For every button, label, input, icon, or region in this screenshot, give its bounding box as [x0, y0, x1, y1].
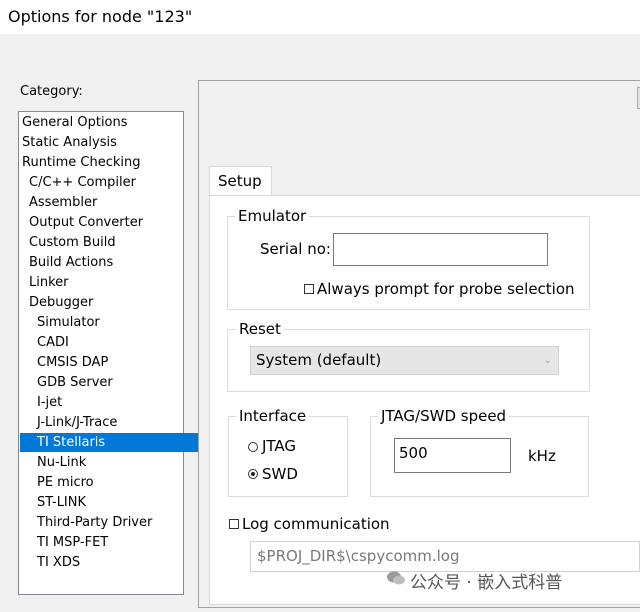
category-item-ti-stellaris[interactable]: TI Stellaris	[20, 433, 199, 452]
speed-unit-label: kHz	[528, 447, 556, 465]
reset-select-value: System (default)	[256, 351, 382, 369]
interface-group-label: Interface	[236, 407, 310, 425]
log-communication-label: Log communication	[242, 515, 390, 533]
reset-select[interactable]: System (default) ⌄	[250, 346, 559, 375]
category-item-debugger[interactable]: Debugger	[20, 293, 191, 312]
reset-group-label: Reset	[236, 320, 284, 338]
chevron-down-icon: ⌄	[543, 355, 552, 366]
category-item-custom-build[interactable]: Custom Build	[20, 233, 191, 252]
log-communication-checkbox[interactable]	[229, 519, 239, 529]
category-item-pe-micro[interactable]: PE micro	[20, 473, 199, 492]
category-item-ti-msp-fet[interactable]: TI MSP-FET	[20, 533, 199, 552]
category-item-i-jet[interactable]: I-jet	[20, 393, 199, 412]
category-item-output-converter[interactable]: Output Converter	[20, 213, 191, 232]
always-prompt-checkbox[interactable]	[304, 284, 314, 294]
category-item-c-cpp-compiler[interactable]: C/C++ Compiler	[20, 173, 191, 192]
category-item-cmsis-dap[interactable]: CMSIS DAP	[20, 353, 199, 372]
watermark-text: 公众号 · 嵌入式科普	[410, 573, 563, 593]
category-item-nu-link[interactable]: Nu-Link	[20, 453, 199, 472]
category-item-general-options[interactable]: General Options	[20, 113, 184, 132]
category-list[interactable]: General Options Static Analysis Runtime …	[18, 111, 199, 595]
title-bar: Options for node "123"	[0, 0, 640, 34]
category-item-st-link[interactable]: ST-LINK	[20, 493, 199, 512]
window-title: Options for node "123"	[8, 7, 193, 26]
category-label: Category:	[20, 84, 83, 99]
speed-group-label: JTAG/SWD speed	[378, 407, 510, 425]
category-item-runtime-checking[interactable]: Runtime Checking	[20, 153, 184, 172]
category-item-simulator[interactable]: Simulator	[20, 313, 199, 332]
always-prompt-label: Always prompt for probe selection	[317, 280, 575, 298]
speed-input[interactable]: 500	[394, 438, 511, 473]
jtag-label: JTAG	[262, 437, 297, 455]
wechat-icon	[387, 571, 405, 585]
swd-label: SWD	[262, 465, 298, 483]
category-item-linker[interactable]: Linker	[20, 273, 191, 292]
swd-radio[interactable]	[248, 469, 258, 479]
interface-group	[228, 416, 348, 497]
category-item-gdb-server[interactable]: GDB Server	[20, 373, 199, 392]
category-item-build-actions[interactable]: Build Actions	[20, 253, 191, 272]
jtag-radio[interactable]	[248, 442, 258, 452]
category-item-cadi[interactable]: CADI	[20, 333, 199, 352]
serial-no-input[interactable]	[333, 233, 548, 266]
category-item-jlink-jtrace[interactable]: J-Link/J-Trace	[20, 413, 199, 432]
tab-setup[interactable]: Setup	[209, 166, 272, 196]
serial-no-label: Serial no:	[260, 240, 331, 258]
category-item-assembler[interactable]: Assembler	[20, 193, 191, 212]
category-item-ti-xds[interactable]: TI XDS	[20, 553, 199, 572]
category-item-third-party-driver[interactable]: Third-Party Driver	[20, 513, 199, 532]
category-item-static-analysis[interactable]: Static Analysis	[20, 133, 184, 152]
emulator-group-label: Emulator	[235, 207, 310, 225]
